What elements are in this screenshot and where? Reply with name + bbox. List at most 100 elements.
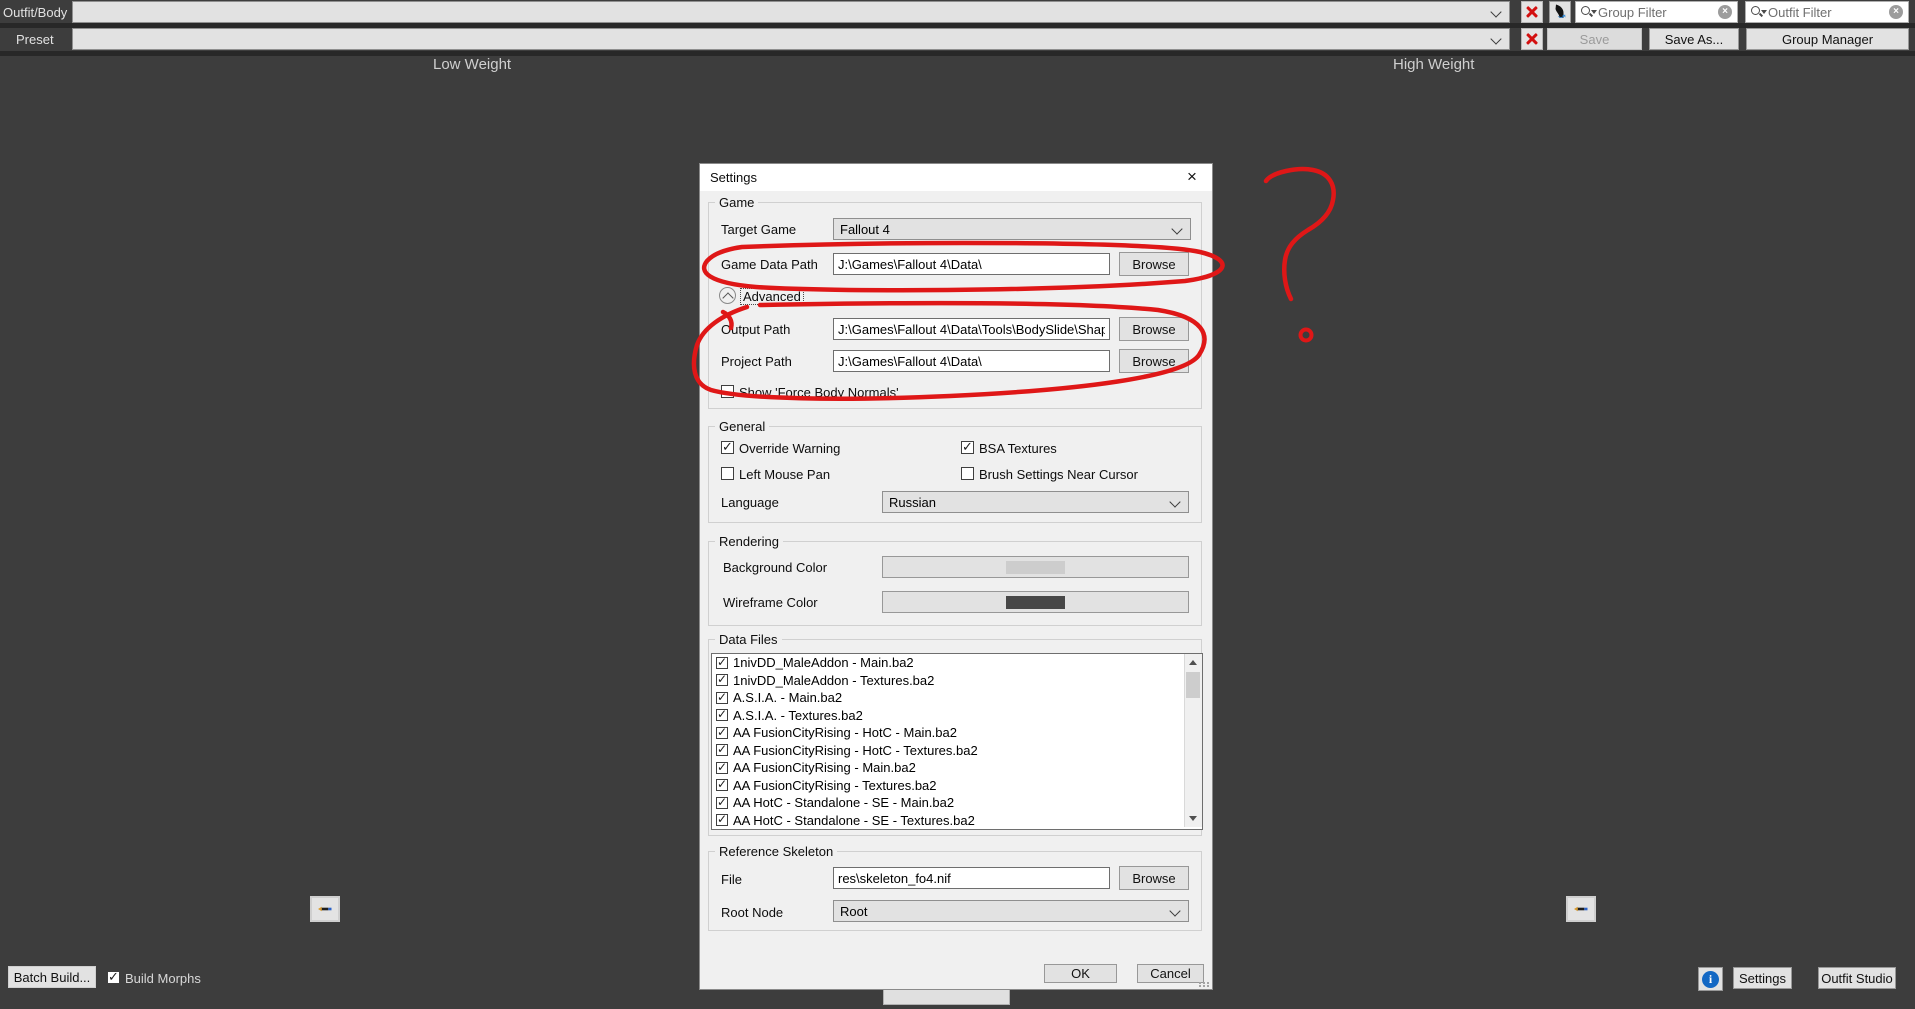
- data-file-row[interactable]: A.S.I.A. - Main.ba2: [712, 689, 1202, 707]
- bsa-textures-checkbox[interactable]: [961, 441, 974, 454]
- slider-edit-button-left[interactable]: [310, 896, 340, 922]
- top-bar: Outfit/Body × × Preset Save: [0, 0, 1915, 57]
- outfit-body-label: Outfit/Body: [3, 5, 67, 20]
- build-morphs-label: Build Morphs: [125, 971, 201, 986]
- data-files-scrollbar[interactable]: [1184, 654, 1202, 827]
- language-combobox[interactable]: Russian: [882, 491, 1189, 513]
- high-weight-label: High Weight: [1393, 56, 1474, 73]
- scroll-up-button[interactable]: [1185, 654, 1201, 671]
- bodyslide-app-icon-button[interactable]: [1549, 1, 1571, 23]
- chevron-down-icon: [1490, 6, 1501, 17]
- data-file-checkbox[interactable]: [716, 709, 728, 721]
- skeleton-file-input[interactable]: [833, 867, 1110, 889]
- data-file-row[interactable]: A.S.I.A. - Textures.ba2: [712, 707, 1202, 725]
- search-icon: [1750, 4, 1766, 20]
- low-weight-label: Low Weight: [433, 56, 511, 73]
- game-group-label: Game: [715, 195, 758, 210]
- outfit-studio-button[interactable]: Outfit Studio: [1818, 967, 1896, 989]
- data-file-row[interactable]: AA HotC - Standalone - SE - Main.ba2: [712, 794, 1202, 812]
- chevron-down-icon: [1169, 905, 1180, 916]
- clear-outfit-button[interactable]: [1521, 1, 1543, 23]
- root-node-combobox[interactable]: Root: [833, 900, 1189, 922]
- outfit-filter-input[interactable]: [1766, 5, 1884, 20]
- force-body-normals-checkbox[interactable]: [721, 385, 734, 398]
- advanced-label[interactable]: Advanced: [740, 288, 804, 305]
- wireframe-color-label: Wireframe Color: [723, 595, 818, 610]
- data-file-checkbox[interactable]: [716, 744, 728, 756]
- game-data-path-input[interactable]: [833, 253, 1110, 275]
- data-file-checkbox[interactable]: [716, 674, 728, 686]
- data-file-checkbox[interactable]: [716, 797, 728, 809]
- data-file-label: AA HotC - Standalone - SE - Textures.ba2: [733, 813, 975, 828]
- settings-dialog: Settings × Game Target Game Fallout 4 Ga…: [699, 163, 1213, 990]
- clear-filter-icon[interactable]: ×: [1889, 5, 1903, 19]
- data-file-row[interactable]: AA FusionCityRising - HotC - Textures.ba…: [712, 742, 1202, 760]
- data-file-label: A.S.I.A. - Main.ba2: [733, 690, 842, 705]
- data-file-row[interactable]: 1nivDD_MaleAddon - Main.ba2: [712, 654, 1202, 672]
- target-game-value: Fallout 4: [840, 222, 890, 237]
- data-file-checkbox[interactable]: [716, 657, 728, 669]
- data-file-row[interactable]: AA FusionCityRising - Main.ba2: [712, 759, 1202, 777]
- scrollbar-thumb[interactable]: [1186, 672, 1200, 698]
- preset-combobox[interactable]: [72, 28, 1510, 50]
- group-filter-input[interactable]: [1596, 5, 1713, 20]
- cancel-button[interactable]: Cancel: [1137, 964, 1204, 983]
- build-morphs-checkbox[interactable]: [107, 971, 120, 984]
- advanced-toggle[interactable]: [719, 287, 736, 304]
- ok-button[interactable]: OK: [1044, 964, 1117, 983]
- close-icon[interactable]: ×: [1182, 167, 1202, 187]
- about-button[interactable]: i: [1698, 967, 1723, 991]
- project-path-browse-button[interactable]: Browse: [1119, 349, 1189, 373]
- target-game-combobox[interactable]: Fallout 4: [833, 218, 1191, 240]
- data-file-checkbox[interactable]: [716, 692, 728, 704]
- game-data-path-label: Game Data Path: [721, 257, 818, 272]
- annotation-question-dot: [1301, 330, 1312, 341]
- resize-grip[interactable]: [1199, 982, 1210, 987]
- language-value: Russian: [889, 495, 936, 510]
- output-path-input[interactable]: [833, 318, 1110, 340]
- wireframe-color-button[interactable]: [882, 591, 1189, 613]
- data-file-checkbox[interactable]: [716, 727, 728, 739]
- data-files-list[interactable]: 1nivDD_MaleAddon - Main.ba2 1nivDD_MaleA…: [711, 653, 1203, 830]
- settings-dialog-titlebar[interactable]: Settings ×: [700, 164, 1212, 191]
- data-file-checkbox[interactable]: [716, 762, 728, 774]
- preset-label: Preset: [16, 32, 54, 47]
- background-color-button[interactable]: [882, 556, 1189, 578]
- data-file-label: A.S.I.A. - Textures.ba2: [733, 708, 863, 723]
- project-path-input[interactable]: [833, 350, 1110, 372]
- clear-preset-button[interactable]: [1521, 28, 1543, 50]
- override-warning-label: Override Warning: [739, 441, 840, 456]
- chevron-up-icon: [722, 292, 733, 303]
- output-path-browse-button[interactable]: Browse: [1119, 317, 1189, 341]
- data-file-row[interactable]: 1nivDD_MaleAddon - Textures.ba2: [712, 672, 1202, 690]
- data-files-rows: 1nivDD_MaleAddon - Main.ba2 1nivDD_MaleA…: [712, 654, 1202, 829]
- group-manager-button[interactable]: Group Manager: [1746, 28, 1909, 50]
- data-file-checkbox[interactable]: [716, 814, 728, 826]
- outfit-filter-searchbox[interactable]: ×: [1745, 1, 1909, 23]
- rendering-group-label: Rendering: [715, 534, 783, 549]
- data-file-row[interactable]: AA FusionCityRising - HotC - Main.ba2: [712, 724, 1202, 742]
- save-as-button[interactable]: Save As...: [1649, 28, 1739, 50]
- save-button[interactable]: Save: [1547, 28, 1642, 50]
- annotation-question-mark: [1266, 169, 1334, 299]
- slider-edit-button-right[interactable]: [1566, 896, 1596, 922]
- output-path-label: Output Path: [721, 322, 790, 337]
- group-filter-searchbox[interactable]: ×: [1575, 1, 1738, 23]
- outfit-body-combobox[interactable]: [72, 1, 1510, 23]
- clear-filter-icon[interactable]: ×: [1718, 5, 1732, 19]
- data-file-row[interactable]: AA HotC - Standalone - SE - Textures.ba2: [712, 812, 1202, 830]
- settings-button[interactable]: Settings: [1733, 967, 1792, 989]
- data-file-checkbox[interactable]: [716, 779, 728, 791]
- override-warning-checkbox[interactable]: [721, 441, 734, 454]
- brush-settings-near-cursor-checkbox[interactable]: [961, 467, 974, 480]
- target-game-label: Target Game: [721, 222, 796, 237]
- data-file-row[interactable]: AA FusionCityRising - Textures.ba2: [712, 777, 1202, 795]
- data-file-label: AA FusionCityRising - HotC - Main.ba2: [733, 725, 957, 740]
- skeleton-file-browse-button[interactable]: Browse: [1119, 866, 1189, 890]
- data-file-label: AA FusionCityRising - Textures.ba2: [733, 778, 937, 793]
- game-data-path-browse-button[interactable]: Browse: [1119, 252, 1189, 276]
- data-file-label: AA HotC - Standalone - SE - Main.ba2: [733, 795, 954, 810]
- left-mouse-pan-checkbox[interactable]: [721, 467, 734, 480]
- scroll-down-button[interactable]: [1185, 810, 1201, 827]
- batch-build-button[interactable]: Batch Build...: [8, 966, 96, 988]
